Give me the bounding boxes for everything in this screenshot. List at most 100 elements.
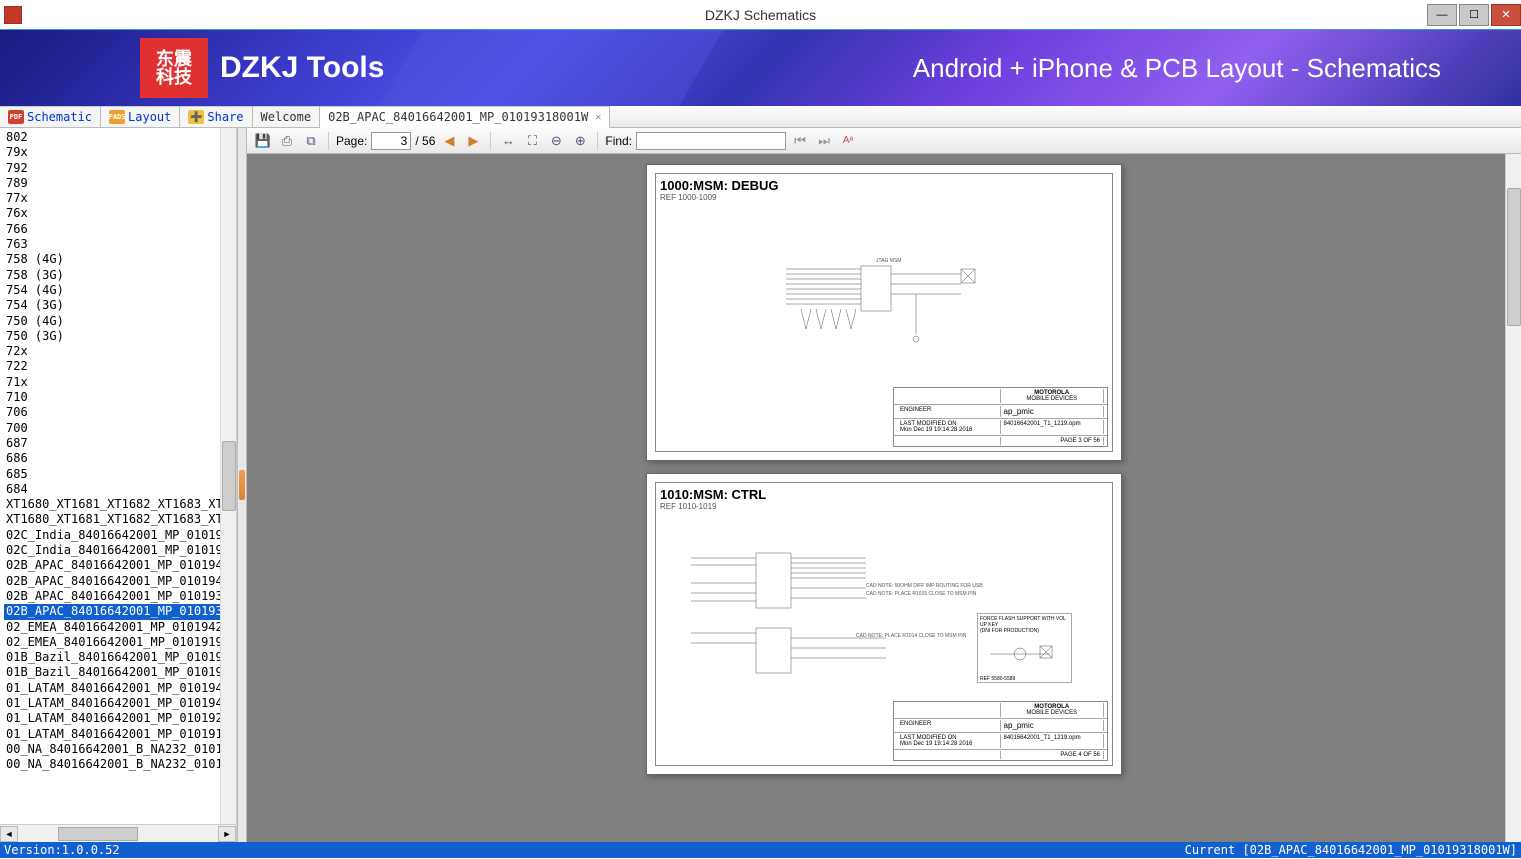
status-current: Current [02B_APAC_84016642001_MP_0101931… [1185, 843, 1517, 857]
tree-item[interactable]: 02B_APAC_84016642001_MP_01019318001W [4, 604, 236, 619]
pdf-page[interactable]: 1010:MSM: CTRL REF 1010-1019 [646, 473, 1122, 775]
tree-item[interactable]: 722 [4, 359, 236, 374]
banner-title: DZKJ Tools [220, 51, 384, 85]
tree-item[interactable]: 758 (4G) [4, 252, 236, 267]
tree-item[interactable]: 01_LATAM_84016642001_MP_01019421001W [4, 696, 236, 711]
close-icon[interactable]: ✕ [595, 112, 601, 123]
scroll-track[interactable] [18, 826, 218, 842]
find-input[interactable] [636, 132, 786, 150]
cad-note: CAD NOTE: 50OHM DIFF IMP ROUTING FOR USB [866, 583, 983, 589]
tree-item[interactable]: 01B_Bazil_84016642001_MP_01019424001W [4, 650, 236, 665]
page-ref: REF 1000-1009 [660, 193, 1108, 202]
tree-item[interactable]: XT1680_XT1681_XT1682_XT1683_XT1684_XT1 [4, 497, 236, 512]
zoom-in-button[interactable]: ⊕ [570, 131, 590, 151]
tree-item[interactable]: 792 [4, 161, 236, 176]
tree-item[interactable]: 763 [4, 237, 236, 252]
tab-label: Layout [128, 110, 171, 124]
tree-item[interactable]: 76x [4, 206, 236, 221]
tab-share[interactable]: ➕ Share [180, 106, 252, 127]
tree-item[interactable]: 02C_India_84016642001_MP_01019234001W [4, 528, 236, 543]
tree-item[interactable]: 79x [4, 145, 236, 160]
find-prev-button[interactable]: ⏮ [790, 131, 810, 151]
tree-item[interactable]: 02_EMEA_84016642001_MP_01019195001W [4, 635, 236, 650]
viewer-scrollbar-vertical[interactable] [1505, 154, 1521, 842]
pdf-icon: PDF [8, 110, 24, 124]
page-input[interactable] [371, 132, 411, 150]
page-total: / 56 [415, 134, 435, 148]
tree-item[interactable]: 766 [4, 222, 236, 237]
tree-item[interactable]: 685 [4, 467, 236, 482]
doc-tab-current[interactable]: 02B_APAC_84016642001_MP_01019318001W ✕ [320, 106, 610, 128]
window-controls: — ☐ ✕ [1425, 4, 1521, 26]
tree-item[interactable]: 00_NA_84016642001_B_NA232_01019425001W [4, 742, 236, 757]
tab-label: 02B_APAC_84016642001_MP_01019318001W [328, 110, 588, 124]
fit-width-button[interactable]: ↔ [498, 131, 518, 151]
minimize-button[interactable]: — [1427, 4, 1457, 26]
tree-item[interactable]: 802 [4, 130, 236, 145]
doc-tab-welcome[interactable]: Welcome [253, 106, 321, 127]
tree-item[interactable]: 789 [4, 176, 236, 191]
tree-item[interactable]: 71x [4, 375, 236, 390]
fit-page-button[interactable]: ⛶ [522, 131, 542, 151]
tree-item[interactable]: 02B_APAC_84016642001_MP_01019420001W [4, 558, 236, 573]
tree-scrollbar-vertical[interactable] [220, 128, 236, 824]
annotation-text: REF 5580-5589 [980, 676, 1069, 682]
pdf-page[interactable]: 1000:MSM: DEBUG REF 1000-1009 JTAG MSM [646, 164, 1122, 461]
tree-item[interactable]: 758 (3G) [4, 268, 236, 283]
splitter[interactable] [237, 128, 247, 842]
logo-text-bottom: 科技 [156, 68, 192, 86]
page-ref: REF 1010-1019 [660, 502, 1108, 511]
viewer-toolbar: 💾 ⎙ ⧉ Page: / 56 ◀ ▶ ↔ ⛶ ⊖ ⊕ Find: ⏮ ⏭ A… [247, 128, 1521, 154]
copy-button[interactable]: ⧉ [301, 131, 321, 151]
tree-item[interactable]: 00_NA_84016642001_B_NA232_01019320001W [4, 757, 236, 772]
print-button[interactable]: ⎙ [277, 131, 297, 151]
save-button[interactable]: 💾 [253, 131, 273, 151]
tree-item[interactable]: 706 [4, 405, 236, 420]
logo-icon: 东震 科技 [140, 38, 208, 98]
scrollbar-thumb[interactable] [58, 827, 138, 841]
app-icon [4, 6, 22, 24]
maximize-button[interactable]: ☐ [1459, 4, 1489, 26]
find-next-button[interactable]: ⏭ [814, 131, 834, 151]
tab-label: Welcome [261, 110, 312, 124]
file-tree[interactable]: 80279x79278977x76x766763758 (4G)758 (3G)… [0, 128, 236, 824]
tree-item[interactable]: 01B_Bazil_84016642001_MP_01019227001W [4, 665, 236, 680]
tree-item[interactable]: 686 [4, 451, 236, 466]
pdf-canvas[interactable]: 1000:MSM: DEBUG REF 1000-1009 JTAG MSM [247, 154, 1521, 842]
tree-item[interactable]: 750 (4G) [4, 314, 236, 329]
next-page-button[interactable]: ▶ [463, 131, 483, 151]
tree-item[interactable]: 750 (3G) [4, 329, 236, 344]
tab-label: Schematic [27, 110, 92, 124]
tree-item[interactable]: 684 [4, 482, 236, 497]
tree-item[interactable]: 02B_APAC_84016642001_MP_01019319001W [4, 589, 236, 604]
tree-item[interactable]: 72x [4, 344, 236, 359]
tree-item[interactable]: 02C_India_84016642001_MP_01019233001W [4, 543, 236, 558]
sidebar: 80279x79278977x76x766763758 (4G)758 (3G)… [0, 128, 237, 842]
title-block: MOTOROLAMOBILE DEVICES ENGINEERap_pmic L… [893, 387, 1108, 447]
scrollbar-thumb[interactable] [1507, 188, 1521, 326]
tree-scrollbar-horizontal[interactable]: ◄ ► [0, 824, 236, 842]
tab-schematic[interactable]: PDF Schematic [0, 106, 101, 127]
tree-item[interactable]: 687 [4, 436, 236, 451]
tree-item[interactable]: 01_LATAM_84016642001_MP_01019226001W [4, 711, 236, 726]
zoom-out-button[interactable]: ⊖ [546, 131, 566, 151]
tree-item[interactable]: XT1680_XT1681_XT1682_XT1683_XT1684_XT1 [4, 512, 236, 527]
tree-item[interactable]: 754 (4G) [4, 283, 236, 298]
match-case-button[interactable]: Aᵃ [838, 131, 858, 151]
tab-layout[interactable]: PADS Layout [101, 106, 180, 127]
tree-item[interactable]: 700 [4, 421, 236, 436]
scrollbar-thumb[interactable] [222, 441, 236, 511]
tree-item[interactable]: 710 [4, 390, 236, 405]
tree-item[interactable]: 01_LATAM_84016642001_MP_01019193001W [4, 727, 236, 742]
scroll-right-button[interactable]: ► [218, 826, 236, 842]
tree-item[interactable]: 754 (3G) [4, 298, 236, 313]
tree-item[interactable]: 02_EMEA_84016642001_MP_01019422001W [4, 620, 236, 635]
tree-item[interactable]: 77x [4, 191, 236, 206]
splitter-grip-icon [239, 470, 245, 500]
tree-item[interactable]: 02B_APAC_84016642001_MP_01019419001W [4, 574, 236, 589]
prev-page-button[interactable]: ◀ [439, 131, 459, 151]
find-label: Find: [605, 134, 632, 148]
tree-item[interactable]: 01_LATAM_84016642001_MP_01019423001W [4, 681, 236, 696]
close-button[interactable]: ✕ [1491, 4, 1521, 26]
scroll-left-button[interactable]: ◄ [0, 826, 18, 842]
